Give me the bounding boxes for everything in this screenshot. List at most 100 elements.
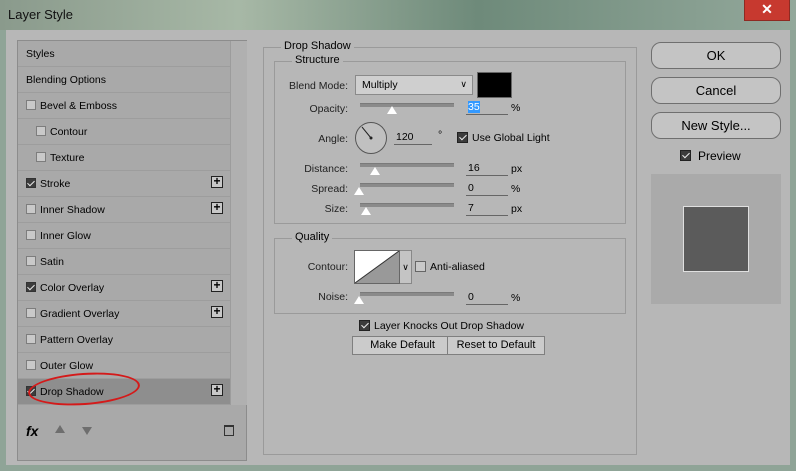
cancel-button[interactable]: Cancel — [651, 77, 781, 104]
styles-list: Styles Blending Options Bevel & Emboss Cont… — [18, 41, 230, 405]
style-row-bevel-emboss[interactable]: Bevel & Emboss — [18, 93, 230, 119]
spread-unit: % — [511, 183, 521, 195]
contour-label: Contour: — [307, 261, 348, 273]
style-label: Contour — [50, 126, 88, 138]
layer-knocks-out-checkbox[interactable] — [359, 320, 370, 331]
chevron-down-icon: ∨ — [460, 79, 467, 89]
move-down-icon[interactable] — [82, 427, 92, 435]
style-label: Texture — [50, 152, 85, 164]
add-style-icon[interactable]: + — [211, 175, 223, 188]
blend-mode-label: Blend Mode: — [289, 80, 348, 92]
blend-mode-select[interactable]: Multiply ∨ — [355, 75, 473, 95]
contour-preview[interactable] — [354, 250, 400, 284]
style-row-inner-shadow[interactable]: Inner Shadow + — [18, 197, 230, 223]
style-row-satin[interactable]: Satin — [18, 249, 230, 275]
add-style-icon[interactable]: + — [211, 201, 223, 214]
spread-slider-thumb[interactable] — [354, 187, 364, 195]
style-checkbox[interactable] — [26, 282, 36, 292]
angle-input[interactable]: 120 — [394, 131, 432, 145]
style-label: Color Overlay — [40, 282, 105, 294]
add-style-icon[interactable]: + — [211, 383, 223, 396]
structure-title: Structure — [292, 54, 343, 66]
trash-icon[interactable] — [224, 425, 234, 436]
anti-aliased-label: Anti-aliased — [430, 261, 485, 273]
use-global-light-label: Use Global Light — [472, 132, 550, 144]
preview-pane — [651, 174, 781, 304]
style-checkbox[interactable] — [26, 256, 36, 266]
size-input[interactable]: 7 — [466, 202, 508, 216]
styles-toolbar: fx — [18, 405, 246, 460]
style-checkbox[interactable] — [26, 230, 36, 240]
size-unit: px — [511, 203, 523, 215]
new-style-button[interactable]: New Style... — [651, 112, 781, 139]
style-row-color-overlay[interactable]: Color Overlay + — [18, 275, 230, 301]
style-checkbox[interactable] — [26, 178, 36, 188]
spread-label: Spread: — [311, 183, 348, 195]
spread-slider-track[interactable] — [360, 183, 454, 187]
angle-dial[interactable] — [355, 122, 387, 154]
style-checkbox[interactable] — [26, 204, 36, 214]
add-style-icon[interactable]: + — [211, 305, 223, 318]
ok-button[interactable]: OK — [651, 42, 781, 69]
opacity-input[interactable]: 35 — [466, 101, 508, 115]
style-checkbox[interactable] — [26, 334, 36, 344]
contour-dropdown-icon[interactable]: ∨ — [400, 250, 412, 284]
preview-label: Preview — [698, 149, 741, 163]
distance-slider-thumb[interactable] — [370, 167, 380, 175]
anti-aliased-checkbox[interactable] — [415, 261, 426, 272]
add-style-icon[interactable]: + — [211, 279, 223, 292]
layer-knocks-out-label: Layer Knocks Out Drop Shadow — [374, 320, 524, 332]
angle-label: Angle: — [318, 133, 348, 145]
distance-input[interactable]: 16 — [466, 162, 508, 176]
use-global-light-checkbox[interactable] — [457, 132, 468, 143]
contour-curve-icon — [355, 251, 399, 283]
style-label: Blending Options — [26, 74, 106, 86]
opacity-unit: % — [511, 102, 521, 114]
style-row-pattern-overlay[interactable]: Pattern Overlay — [18, 327, 230, 353]
style-row-blending-options[interactable]: Blending Options — [18, 67, 230, 93]
size-slider-track[interactable] — [360, 203, 454, 207]
preview-swatch — [683, 206, 749, 272]
window-title: Layer Style — [8, 7, 74, 22]
noise-unit: % — [511, 292, 521, 304]
style-label: Styles — [26, 48, 55, 60]
fx-button[interactable]: fx — [26, 423, 38, 439]
style-label: Gradient Overlay — [40, 308, 120, 320]
style-label: Pattern Overlay — [40, 334, 113, 346]
style-checkbox[interactable] — [36, 126, 46, 136]
reset-to-default-button[interactable]: Reset to Default — [447, 336, 545, 355]
blend-mode-value: Multiply — [362, 79, 398, 91]
make-default-button[interactable]: Make Default — [352, 336, 453, 355]
style-checkbox[interactable] — [26, 100, 36, 110]
style-row-texture[interactable]: Texture — [18, 145, 230, 171]
style-label: Stroke — [40, 178, 71, 190]
angle-needle-icon — [361, 126, 373, 140]
style-checkbox[interactable] — [36, 152, 46, 162]
style-label: Satin — [40, 256, 64, 268]
style-row-styles[interactable]: Styles — [18, 41, 230, 67]
size-label: Size: — [324, 203, 348, 215]
distance-unit: px — [511, 163, 523, 175]
opacity-slider-thumb[interactable] — [387, 106, 397, 114]
style-row-inner-glow[interactable]: Inner Glow — [18, 223, 230, 249]
style-checkbox[interactable] — [26, 308, 36, 318]
drop-shadow-title: Drop Shadow — [281, 40, 354, 52]
close-button[interactable]: ✕ — [744, 0, 790, 21]
style-row-gradient-overlay[interactable]: Gradient Overlay + — [18, 301, 230, 327]
move-up-icon[interactable] — [55, 425, 65, 433]
angle-unit: ° — [438, 129, 443, 141]
opacity-slider-track[interactable] — [360, 103, 454, 107]
noise-slider-track[interactable] — [360, 292, 454, 296]
style-row-stroke[interactable]: Stroke + — [18, 171, 230, 197]
preview-checkbox[interactable] — [680, 150, 691, 161]
shadow-color-swatch[interactable] — [477, 72, 512, 98]
noise-slider-thumb[interactable] — [354, 296, 364, 304]
style-label: Outer Glow — [40, 360, 94, 372]
size-slider-thumb[interactable] — [361, 207, 371, 215]
quality-title: Quality — [292, 231, 333, 243]
noise-input[interactable]: 0 — [466, 291, 508, 305]
styles-scrollbar[interactable] — [230, 41, 247, 405]
spread-input[interactable]: 0 — [466, 182, 508, 196]
style-checkbox[interactable] — [26, 360, 36, 370]
style-row-contour[interactable]: Contour — [18, 119, 230, 145]
